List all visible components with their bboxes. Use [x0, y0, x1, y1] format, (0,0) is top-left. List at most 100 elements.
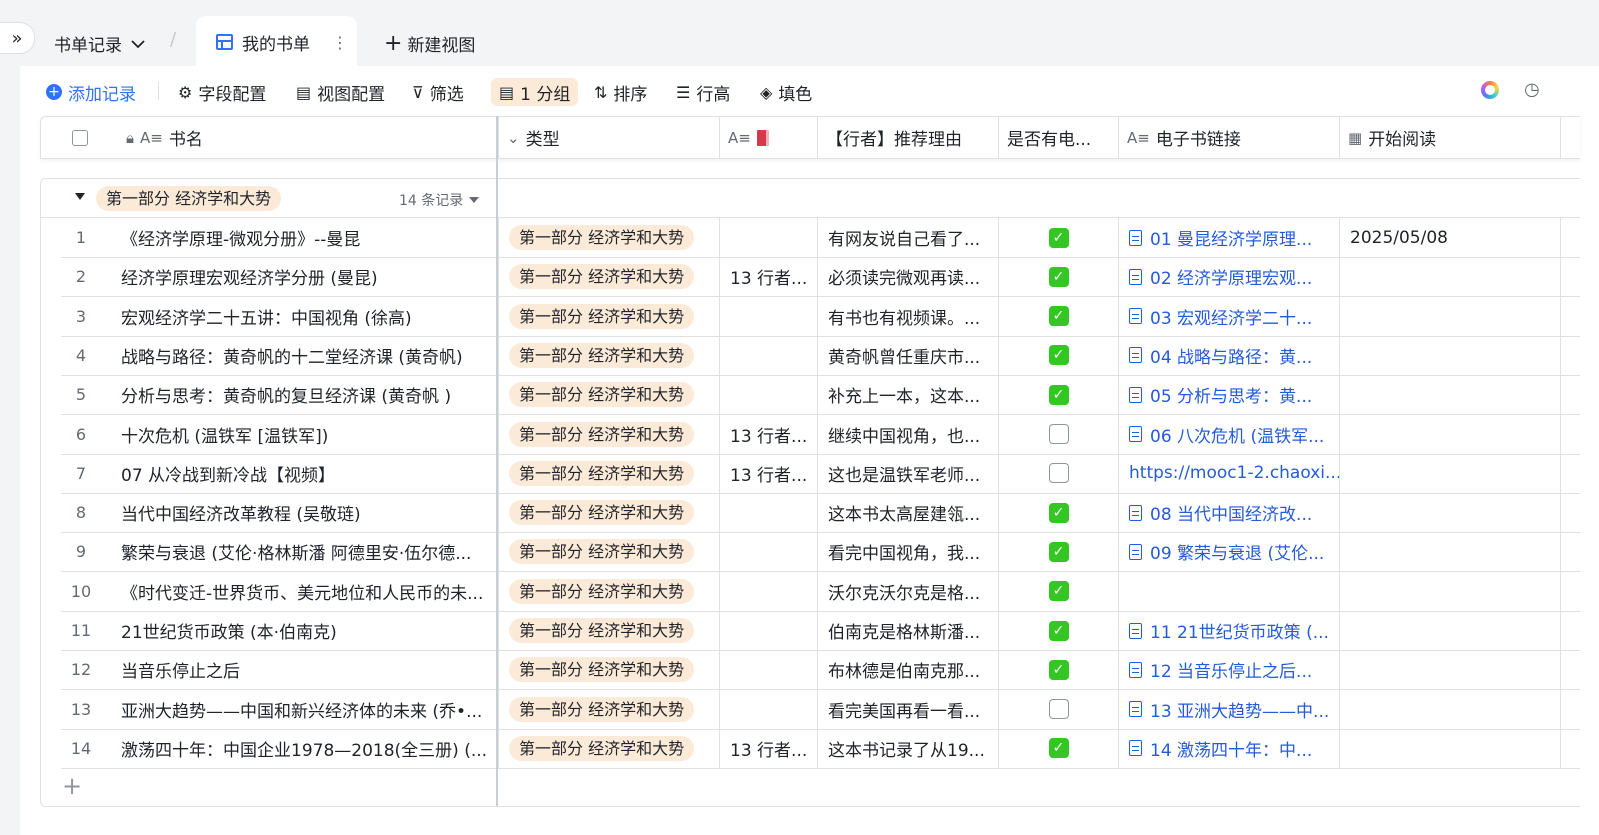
column-header-recommend[interactable]: 【行者】推荐理由	[818, 117, 999, 158]
cell-book-tag[interactable]: 13 行者...	[720, 728, 818, 768]
add-record-button[interactable]: + 添加记录	[46, 78, 136, 106]
cell-name[interactable]: 繁荣与衰退 (艾伦·格林斯潘 阿德里安·伍尔德...	[111, 532, 499, 572]
cell-type[interactable]: 第一部分 经济学和大势	[499, 571, 720, 611]
cell-has-ebook[interactable]: ✓	[999, 611, 1119, 650]
cell-recommend[interactable]: 必须读完微观再读...	[818, 257, 999, 297]
cell-start-read[interactable]: 2025/05/08	[1340, 218, 1561, 257]
cell-book-tag[interactable]	[720, 532, 818, 572]
cell-name[interactable]: 战略与路径：黄奇帆的十二堂经济课 (黄奇帆)	[111, 335, 499, 375]
column-header-name[interactable]: 🔒︎ A≡ 书名	[118, 117, 499, 158]
fill-color-button[interactable]: ◈ 填色	[760, 78, 812, 106]
add-row-icon[interactable]: +	[62, 772, 82, 800]
cell-name[interactable]: 亚洲大趋势——中国和新兴经济体的未来 (乔•...	[111, 689, 499, 729]
column-header-has-ebook[interactable]: 是否有电...	[999, 117, 1119, 158]
ebook-link-text[interactable]: 11 21世纪货币政策 (...	[1150, 618, 1329, 643]
cell-has-ebook[interactable]: ✓	[999, 335, 1119, 375]
cell-book-tag[interactable]: 13 行者...	[720, 257, 818, 297]
cell-type[interactable]: 第一部分 经济学和大势	[499, 375, 720, 415]
cell-start-read[interactable]	[1340, 414, 1561, 454]
select-all-checkbox[interactable]	[41, 117, 118, 158]
cell-start-read[interactable]	[1340, 453, 1561, 493]
checked-checkbox-icon[interactable]: ✓	[1048, 227, 1069, 248]
cell-has-ebook[interactable]: ✓	[999, 728, 1119, 768]
history-icon[interactable]: ◷	[1524, 79, 1540, 100]
cell-book-tag[interactable]	[720, 493, 818, 533]
cell-ebook-link[interactable]: 03 宏观经济学二十...	[1119, 296, 1340, 336]
ebook-link-text[interactable]: 13 亚洲大趋势——中...	[1150, 697, 1329, 722]
cell-type[interactable]: 第一部分 经济学和大势	[499, 650, 720, 690]
cell-has-ebook[interactable]: ✓	[999, 296, 1119, 336]
cell-ebook-link[interactable]: 06 八次危机 (温铁军...	[1119, 414, 1340, 454]
cell-name[interactable]: 激荡四十年：中国企业1978—2018(全三册) (...	[111, 728, 499, 768]
cell-type[interactable]: 第一部分 经济学和大势	[499, 335, 720, 375]
checked-checkbox-icon[interactable]: ✓	[1048, 345, 1069, 366]
more-icon[interactable]: ⋮	[332, 33, 348, 52]
ebook-link-text[interactable]: 09 繁荣与衰退 (艾伦...	[1150, 539, 1324, 564]
unchecked-checkbox-icon[interactable]	[1048, 699, 1069, 720]
cell-ebook-link[interactable]: 14 激荡四十年：中...	[1119, 728, 1340, 768]
cell-name[interactable]: 分析与思考：黄奇帆的复旦经济课 (黄奇帆 )	[111, 375, 499, 415]
checked-checkbox-icon[interactable]: ✓	[1048, 502, 1069, 523]
cell-has-ebook[interactable]: ✓	[999, 493, 1119, 533]
checked-checkbox-icon[interactable]: ✓	[1048, 306, 1069, 327]
ebook-link-text[interactable]: 12 当音乐停止之后...	[1150, 657, 1312, 682]
cell-start-read[interactable]	[1340, 375, 1561, 415]
cell-recommend[interactable]: 继续中国视角，也...	[818, 414, 999, 454]
ebook-link-text[interactable]: 06 八次危机 (温铁军...	[1150, 422, 1324, 447]
table-row[interactable]: 13 亚洲大趋势——中国和新兴经济体的未来 (乔•... 第一部分 经济学和大势 看完…	[61, 689, 1580, 730]
cell-book-tag[interactable]	[720, 296, 818, 336]
tab-my-booklist[interactable]: 我的书单 ⋮	[196, 16, 357, 68]
base-selector[interactable]: 书单记录	[54, 31, 146, 56]
cell-type[interactable]: 第一部分 经济学和大势	[499, 218, 720, 257]
cell-ebook-link[interactable]: https://mooc1-2.chaoxi...	[1119, 453, 1340, 493]
cell-recommend[interactable]: 黄奇帆曾任重庆市...	[818, 335, 999, 375]
cell-book-tag[interactable]	[720, 218, 818, 257]
cell-has-ebook[interactable]: ✓	[999, 650, 1119, 690]
group-button[interactable]: ▤ 1 分组	[491, 78, 579, 106]
checked-checkbox-icon[interactable]: ✓	[1048, 738, 1069, 759]
table-row[interactable]: 11 21世纪货币政策 (本·伯南克) 第一部分 经济学和大势 伯南克是格林斯潘...…	[61, 611, 1580, 651]
checked-checkbox-icon[interactable]: ✓	[1048, 541, 1069, 562]
view-config-button[interactable]: ▤ 视图配置	[296, 78, 385, 106]
table-row[interactable]: 1 《经济学原理-微观分册》--曼昆 第一部分 经济学和大势 有网友说自己看了... ✓…	[61, 218, 1580, 258]
column-header-book-emoji[interactable]: A≡	[720, 117, 818, 158]
cell-ebook-link[interactable]: 02 经济学原理宏观...	[1119, 257, 1340, 297]
column-header-type[interactable]: ⌄ 类型	[499, 117, 720, 158]
field-config-button[interactable]: ⚙ 字段配置	[178, 78, 266, 106]
unchecked-checkbox-icon[interactable]	[1048, 463, 1069, 484]
ebook-link-text[interactable]: https://mooc1-2.chaoxi...	[1129, 463, 1339, 483]
cell-name[interactable]: 《经济学原理-微观分册》--曼昆	[111, 218, 499, 257]
cell-ebook-link[interactable]: 01 曼昆经济学原理...	[1119, 218, 1340, 257]
cell-start-read[interactable]	[1340, 296, 1561, 336]
cell-ebook-link[interactable]: 11 21世纪货币政策 (...	[1119, 611, 1340, 650]
checked-checkbox-icon[interactable]: ✓	[1048, 266, 1069, 287]
cell-recommend[interactable]: 布林德是伯南克那...	[818, 650, 999, 690]
ebook-link-text[interactable]: 02 经济学原理宏观...	[1150, 264, 1312, 289]
group-record-count[interactable]: 14 条记录	[399, 190, 480, 210]
cell-ebook-link[interactable]: 08 当代中国经济改...	[1119, 493, 1340, 533]
cell-ebook-link[interactable]: 04 战略与路径：黄...	[1119, 335, 1340, 375]
cell-has-ebook[interactable]: ✓	[999, 375, 1119, 415]
cell-recommend[interactable]: 补充上一本，这本...	[818, 375, 999, 415]
cell-name[interactable]: 宏观经济学二十五讲：中国视角 (徐高)	[111, 296, 499, 336]
cell-ebook-link[interactable]: 13 亚洲大趋势——中...	[1119, 689, 1340, 729]
checked-checkbox-icon[interactable]: ✓	[1048, 659, 1069, 680]
table-row[interactable]: 5 分析与思考：黄奇帆的复旦经济课 (黄奇帆 ) 第一部分 经济学和大势 补充上一本，…	[61, 375, 1580, 416]
table-row[interactable]: 4 战略与路径：黄奇帆的十二堂经济课 (黄奇帆) 第一部分 经济学和大势 黄奇帆曾任重…	[61, 335, 1580, 376]
sort-button[interactable]: ⇅ 排序	[594, 78, 647, 106]
checked-checkbox-icon[interactable]: ✓	[1048, 581, 1069, 602]
cell-book-tag[interactable]	[720, 335, 818, 375]
cell-name[interactable]: 21世纪货币政策 (本·伯南克)	[111, 611, 499, 650]
cell-book-tag[interactable]: 13 行者...	[720, 453, 818, 493]
expand-sidebar-icon[interactable]: »	[0, 22, 35, 54]
new-view-button[interactable]: + 新建视图	[384, 31, 475, 56]
cell-type[interactable]: 第一部分 经济学和大势	[499, 493, 720, 533]
cell-recommend[interactable]: 看完中国视角，我...	[818, 532, 999, 572]
cell-name[interactable]: 07 从冷战到新冷战【视频】	[111, 453, 499, 493]
cell-type[interactable]: 第一部分 经济学和大势	[499, 532, 720, 572]
column-header-start-read[interactable]: ▦ 开始阅读	[1340, 117, 1561, 158]
checked-checkbox-icon[interactable]: ✓	[1048, 384, 1069, 405]
cell-book-tag[interactable]	[720, 571, 818, 611]
cell-has-ebook[interactable]: ✓	[999, 571, 1119, 611]
unchecked-checkbox-icon[interactable]	[1048, 424, 1069, 444]
